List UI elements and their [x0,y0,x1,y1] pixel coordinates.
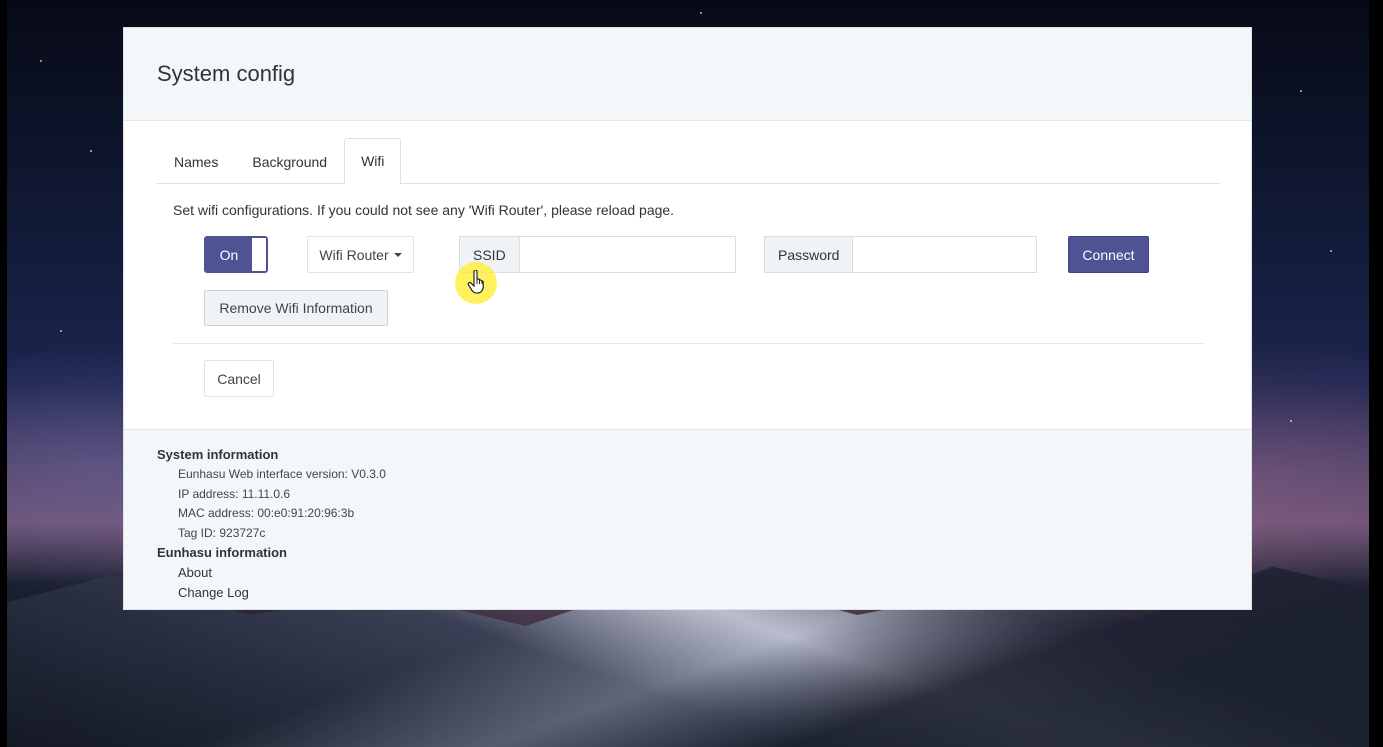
tab-background[interactable]: Background [235,139,344,183]
background-star [60,330,62,332]
wifi-description: Set wifi configurations. If you could no… [173,202,675,218]
password-input-group: Password [764,236,1038,273]
page-title: System config [157,61,296,86]
background-star [90,150,92,152]
panel-header: System config [124,28,1251,121]
ssid-input-group: SSID [459,236,736,273]
mac-address: MAC address: 00:e0:91:20:96:3b [178,506,355,520]
panel-footer: System information Eunhasu Web interface… [124,429,1251,609]
password-input[interactable] [852,236,1038,273]
divider [173,343,1204,344]
connect-button[interactable]: Connect [1068,236,1149,273]
background-star [700,12,702,14]
screen-edge-left [0,0,7,747]
background-star [1290,420,1292,422]
hand-pointer-icon [467,270,484,294]
system-config-panel: System config Names Background Wifi Set … [123,27,1252,610]
wifi-toggle-knob [252,238,266,271]
wifi-toggle-on-label: On [206,238,252,271]
wifi-router-dropdown-label: Wifi Router [319,246,389,263]
ssid-input[interactable] [518,236,736,273]
background-star [1330,250,1332,252]
wifi-router-dropdown[interactable]: Wifi Router [307,236,414,273]
change-log-link[interactable]: Change Log [157,583,1251,603]
tab-wifi[interactable]: Wifi [344,138,402,184]
cancel-button[interactable]: Cancel [204,360,274,397]
wifi-toggle[interactable]: On [204,236,268,273]
system-info-heading: System information [157,447,279,462]
config-tabs: Names Background Wifi [157,138,1220,184]
ip-address: IP address: 11.11.0.6 [178,486,291,501]
eunhasu-info-heading: Eunhasu information [157,545,287,560]
password-label: Password [764,236,853,273]
web-version: Eunhasu Web interface version: V0.3.0 [178,467,386,481]
remove-wifi-info-button[interactable]: Remove Wifi Information [204,290,388,326]
background-star [40,60,42,62]
tag-id: Tag ID: 923727c [178,525,266,540]
screen-edge-right [1369,0,1383,747]
ssid-label: SSID [459,236,519,273]
caret-down-icon [393,252,402,257]
about-link[interactable]: About [157,563,1251,583]
tab-names[interactable]: Names [157,139,235,183]
background-star [1300,90,1302,92]
